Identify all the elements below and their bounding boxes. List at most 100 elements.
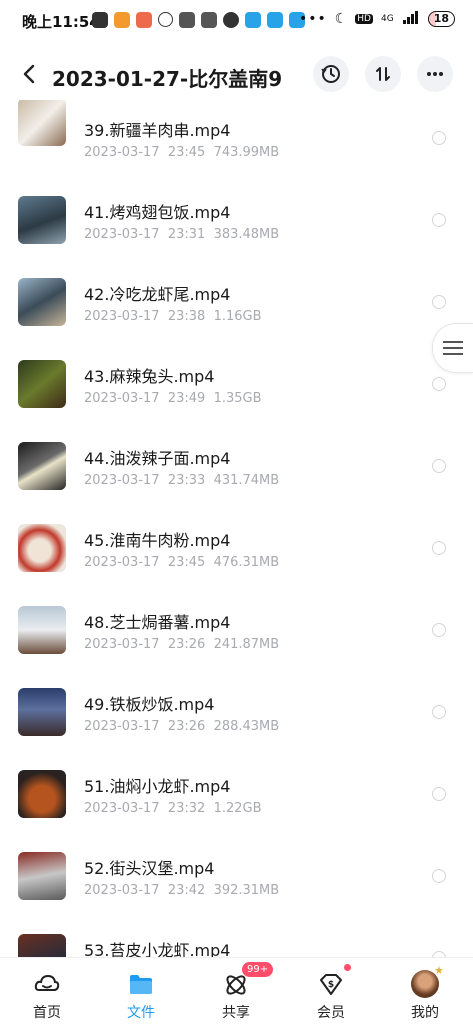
- file-name: 43.麻辣兔头.mp4: [84, 367, 215, 386]
- file-row[interactable]: 51.油焖小龙虾.mp4 2023-03-17 23:32 1.22GB: [0, 756, 473, 838]
- file-row[interactable]: 39.新疆羊肉串.mp4 2023-03-17 23:45 743.99MB: [0, 100, 473, 182]
- file-date: 2023-03-17: [84, 555, 160, 570]
- file-time: 23:26: [167, 719, 206, 734]
- file-date: 2023-03-17: [84, 719, 160, 734]
- select-checkbox[interactable]: [432, 295, 446, 309]
- sort-button[interactable]: [365, 56, 401, 92]
- select-checkbox[interactable]: [432, 623, 446, 637]
- app-notification-icon: [114, 12, 130, 28]
- tab-vip[interactable]: $ 会员: [284, 958, 378, 1024]
- signal-icon: [402, 11, 420, 27]
- file-row[interactable]: 41.烤鸡翅包饭.mp4 2023-03-17 23:31 383.48MB: [0, 182, 473, 264]
- tab-label: 首页: [33, 1005, 61, 1021]
- file-meta: 2023-03-17 23:45 476.31MB: [84, 555, 279, 570]
- history-button[interactable]: [313, 56, 349, 92]
- video-thumbnail: [18, 524, 66, 572]
- more-icon: •••: [298, 11, 327, 27]
- file-meta: 2023-03-17 23:33 431.74MB: [84, 473, 279, 488]
- file-size: 1.22GB: [213, 801, 262, 816]
- back-button[interactable]: [18, 62, 42, 86]
- more-options-button[interactable]: [417, 56, 453, 92]
- system-icons: ••• ☾ HD 4G 18: [299, 11, 455, 27]
- check-icon: [223, 12, 239, 28]
- file-time: 23:32: [167, 801, 206, 816]
- status-bar: 晚上11:54 ••• ☾ HD 4G 18: [0, 0, 473, 40]
- alarm-icon: [158, 12, 173, 27]
- video-thumbnail: [18, 196, 66, 244]
- app-notification-icon: [267, 12, 283, 28]
- select-checkbox[interactable]: [432, 377, 446, 391]
- file-time: 23:33: [167, 473, 206, 488]
- file-row[interactable]: 43.麻辣兔头.mp4 2023-03-17 23:49 1.35GB: [0, 346, 473, 428]
- video-thumbnail: [18, 360, 66, 408]
- notification-badge: 99+: [242, 962, 274, 977]
- file-meta: 2023-03-17 23:26 241.87MB: [84, 637, 279, 652]
- file-row[interactable]: 45.淮南牛肉粉.mp4 2023-03-17 23:45 476.31MB: [0, 510, 473, 592]
- sort-icon: [376, 67, 390, 81]
- select-checkbox[interactable]: [432, 705, 446, 719]
- tab-label: 共享: [222, 1005, 250, 1021]
- app-notification-icon: [179, 12, 195, 28]
- select-checkbox[interactable]: [432, 869, 446, 883]
- file-size: 1.16GB: [213, 309, 262, 324]
- message-icon: [92, 12, 108, 28]
- tab-share[interactable]: 99+ 共享: [189, 958, 283, 1024]
- tab-label: 我的: [411, 1005, 439, 1021]
- file-meta: 2023-03-17 23:31 383.48MB: [84, 227, 279, 242]
- file-date: 2023-03-17: [84, 145, 160, 160]
- bottom-tab-bar: 首页 文件 99+ 共享 $ 会员 ★ 我的: [0, 957, 473, 1024]
- select-checkbox[interactable]: [432, 459, 446, 473]
- file-size: 743.99MB: [213, 145, 280, 160]
- file-row[interactable]: 52.街头汉堡.mp4 2023-03-17 23:42 392.31MB: [0, 838, 473, 920]
- tab-files[interactable]: 文件: [94, 958, 188, 1024]
- app-notification-icon: [201, 12, 217, 28]
- file-list: 39.新疆羊肉串.mp4 2023-03-17 23:45 743.99MB 4…: [0, 100, 473, 960]
- top-bar: 2023-01-27-比尔盖南99...: [0, 52, 473, 98]
- notification-dot: [344, 964, 351, 971]
- file-meta: 2023-03-17 23:45 743.99MB: [84, 145, 279, 160]
- folder-icon: [130, 975, 152, 994]
- more-horizontal-icon: [427, 72, 443, 76]
- file-row[interactable]: 49.铁板炒饭.mp4 2023-03-17 23:26 288.43MB: [0, 674, 473, 756]
- file-name: 42.冷吃龙虾尾.mp4: [84, 285, 231, 304]
- file-row[interactable]: 48.芝士焗番薯.mp4 2023-03-17 23:26 241.87MB: [0, 592, 473, 674]
- chevron-left-icon: [23, 64, 35, 84]
- tab-profile[interactable]: ★ 我的: [378, 958, 472, 1024]
- file-date: 2023-03-17: [84, 473, 160, 488]
- video-thumbnail: [18, 770, 66, 818]
- app-notification-icon: [245, 12, 261, 28]
- select-checkbox[interactable]: [432, 541, 446, 555]
- file-name: 44.油泼辣子面.mp4: [84, 449, 231, 468]
- file-meta: 2023-03-17 23:26 288.43MB: [84, 719, 279, 734]
- select-checkbox[interactable]: [432, 213, 446, 227]
- tab-label: 文件: [127, 1005, 155, 1021]
- file-size: 476.31MB: [213, 555, 280, 570]
- select-checkbox[interactable]: [432, 787, 446, 801]
- file-row[interactable]: 53.苔皮小龙虾.mp4: [0, 920, 473, 960]
- tab-home[interactable]: 首页: [0, 958, 94, 1024]
- file-time: 23:26: [167, 637, 206, 652]
- file-name: 45.淮南牛肉粉.mp4: [84, 531, 231, 550]
- vip-diamond-icon: $: [320, 974, 342, 995]
- tab-label: 会员: [317, 1005, 345, 1021]
- file-size: 288.43MB: [213, 719, 280, 734]
- select-checkbox[interactable]: [432, 131, 446, 145]
- file-row[interactable]: 44.油泼辣子面.mp4 2023-03-17 23:33 431.74MB: [0, 428, 473, 510]
- file-name: 51.油焖小龙虾.mp4: [84, 777, 231, 796]
- file-meta: 2023-03-17 23:49 1.35GB: [84, 391, 262, 406]
- file-time: 23:49: [167, 391, 206, 406]
- file-size: 383.48MB: [213, 227, 280, 242]
- app-notification-icon: [136, 12, 152, 28]
- file-date: 2023-03-17: [84, 883, 160, 898]
- battery-level: 18: [433, 12, 449, 25]
- file-name: 52.街头汉堡.mp4: [84, 859, 215, 878]
- side-menu-handle[interactable]: [432, 323, 473, 373]
- home-cloud-icon: [34, 974, 60, 991]
- notification-icons: [92, 12, 305, 28]
- file-name: 49.铁板炒饭.mp4: [84, 695, 215, 714]
- history-icon: [321, 65, 340, 83]
- file-name: 48.芝士焗番薯.mp4: [84, 613, 231, 632]
- page-title: 2023-01-27-比尔盖南99...: [52, 67, 282, 91]
- file-row[interactable]: 42.冷吃龙虾尾.mp4 2023-03-17 23:38 1.16GB: [0, 264, 473, 346]
- file-size: 1.35GB: [213, 391, 262, 406]
